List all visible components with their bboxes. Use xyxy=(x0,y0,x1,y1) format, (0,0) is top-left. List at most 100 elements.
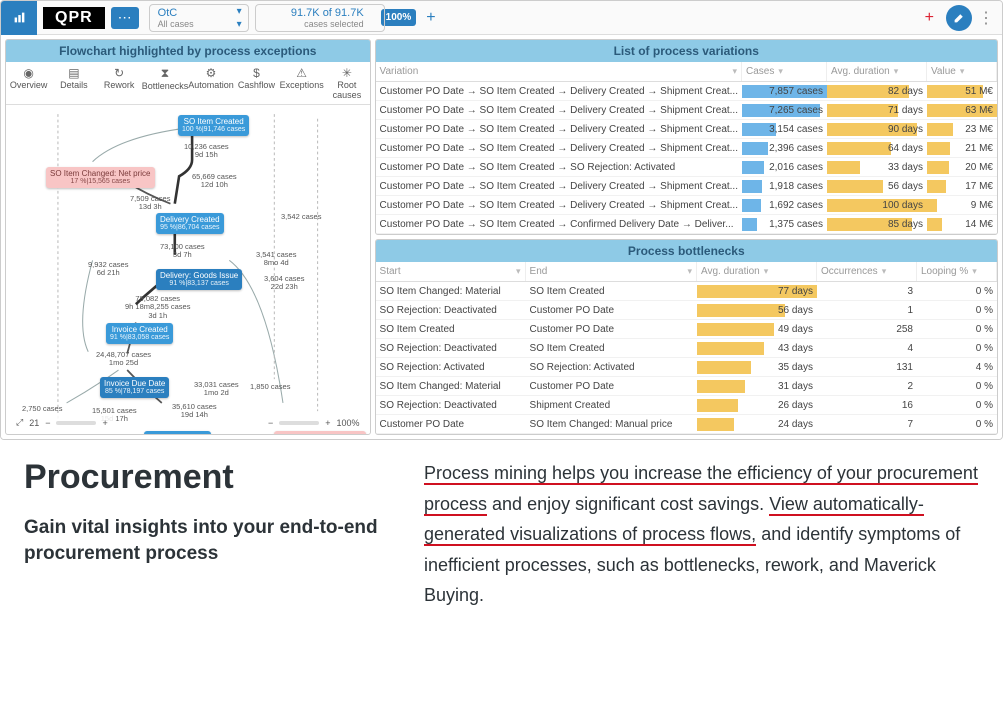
tab-rework[interactable]: ↻Rework xyxy=(97,62,142,104)
cell-duration: 33 days xyxy=(827,161,927,174)
cell-end: Customer PO Date xyxy=(526,380,697,393)
tab-root-causes[interactable]: ✳Root causes xyxy=(324,62,369,104)
table-row[interactable]: Customer PO Date → SO Item Created → Del… xyxy=(376,196,997,215)
topbar: QPR ⋯ OtC All cases ▾ ▾ 91.7K of 91.7K c… xyxy=(1,1,1002,35)
flowchart-node[interactable]: Delivery: Goods Issue91 %|83,137 cases xyxy=(156,269,242,290)
filter-icon[interactable]: ▾ xyxy=(894,66,899,77)
cell-start: SO Rejection: Deactivated xyxy=(376,399,526,412)
node-label: SO Item Created xyxy=(182,117,245,126)
case-count-sub: cases selected xyxy=(264,19,364,29)
node-stats: 100 %|91,746 cases xyxy=(182,126,245,134)
col-variation[interactable]: Variation xyxy=(380,66,419,77)
expand-icon[interactable]: ⤢ xyxy=(16,417,23,428)
zoom-in-button[interactable]: + xyxy=(102,418,107,428)
filter-icon[interactable]: ▾ xyxy=(882,266,887,277)
table-row[interactable]: Customer PO Date → SO Item Created → Con… xyxy=(376,215,997,234)
table-row[interactable]: SO Rejection: Deactivated SO Item Create… xyxy=(376,339,997,358)
flowchart-tabs: ◉Overview▤Details↻Rework⧗Bottlenecks⚙Aut… xyxy=(6,62,370,105)
cell-start: SO Rejection: Activated xyxy=(376,361,526,374)
case-count: 91.7K of 91.7K xyxy=(264,7,364,19)
flowchart-node[interactable]: Invoice Created91 %|83,058 cases xyxy=(106,323,173,344)
automation-icon: ⚙ xyxy=(188,66,234,80)
promo-subheading: Gain vital insights into your end-to-end… xyxy=(24,515,384,566)
tab-exceptions[interactable]: ⚠Exceptions xyxy=(279,62,324,104)
dataset-selector[interactable]: OtC All cases ▾ ▾ xyxy=(149,4,249,32)
table-row[interactable]: Customer PO Date → SO Item Created → Del… xyxy=(376,139,997,158)
table-row[interactable]: SO Item Changed: Material SO Item Create… xyxy=(376,282,997,301)
zoom-in-button[interactable]: + xyxy=(325,418,330,428)
tab-automation[interactable]: ⚙Automation xyxy=(188,62,234,104)
table-row[interactable]: Customer PO Date → SO Item Created → Del… xyxy=(376,82,997,101)
canvas-zoom-control[interactable]: − + 100% xyxy=(262,416,366,430)
filter-icon[interactable]: ▾ xyxy=(687,266,692,277)
filter-icon[interactable]: ▾ xyxy=(972,266,977,277)
promo-text-2: and enjoy significant cost savings. xyxy=(487,494,769,514)
tab-cashflow[interactable]: $Cashflow xyxy=(234,62,279,104)
edge-label: 9,932 cases6d 21h xyxy=(88,261,128,278)
flowchart-node[interactable]: Delivery Created95 %|86,704 cases xyxy=(156,213,224,234)
table-row[interactable]: Customer PO Date → SO Item Created → SO … xyxy=(376,158,997,177)
cell-duration: 64 days xyxy=(827,142,927,155)
edge-label: 10,236 cases9d 15h xyxy=(184,143,229,160)
edge-label: 73,100 cases3d 7h xyxy=(160,243,205,260)
col-avg-duration[interactable]: Avg. duration xyxy=(701,266,760,277)
flowchart-node[interactable]: Invoice Clearing72 %|66,106 cases xyxy=(144,431,211,434)
col-looping[interactable]: Looping % xyxy=(921,266,968,277)
table-row[interactable]: SO Rejection: Activated SO Rejection: Ac… xyxy=(376,358,997,377)
filter-icon[interactable]: ▾ xyxy=(732,66,737,77)
cell-end: Shipment Created xyxy=(526,399,697,412)
tab-details[interactable]: ▤Details xyxy=(51,62,96,104)
cell-duration: 100 days xyxy=(827,199,927,212)
table-row[interactable]: Customer PO Date → SO Item Created → Del… xyxy=(376,120,997,139)
col-occurrences[interactable]: Occurrences xyxy=(821,266,878,277)
edit-button[interactable] xyxy=(946,5,972,31)
tab-label: Automation xyxy=(188,80,234,90)
col-value[interactable]: Value xyxy=(931,66,956,77)
filter-icon[interactable]: ▾ xyxy=(516,266,521,277)
add-dashboard-button[interactable]: + xyxy=(925,9,934,27)
cell-cases: 2,016 cases xyxy=(742,161,827,174)
table-row[interactable]: SO Rejection: Deactivated Shipment Creat… xyxy=(376,396,997,415)
tab-bottlenecks[interactable]: ⧗Bottlenecks xyxy=(142,62,189,104)
edge-label: 1,850 cases xyxy=(250,383,290,391)
flowchart-node[interactable]: Invoice Due Date85 %|78,197 cases xyxy=(100,377,169,398)
table-row[interactable]: Customer PO Date → SO Item Created → Del… xyxy=(376,101,997,120)
filter-icon[interactable]: ▾ xyxy=(778,66,783,77)
flowchart-canvas[interactable]: SO Item Created100 %|91,746 casesSO Item… xyxy=(6,105,370,434)
node-label: Invoice Created xyxy=(110,325,169,334)
flowchart-node[interactable]: SO Rejection: Activated6 %|5,188 cases xyxy=(274,431,366,434)
variations-title: List of process variations xyxy=(376,40,997,62)
table-row[interactable]: Customer PO Date SO Item Changed: Manual… xyxy=(376,415,997,434)
flowchart-node[interactable]: SO Item Created100 %|91,746 cases xyxy=(178,115,249,136)
cell-occurrences: 258 xyxy=(817,323,917,336)
main-menu-button[interactable]: ⋯ xyxy=(111,7,139,29)
root causes-icon: ✳ xyxy=(324,66,369,80)
case-count-selector[interactable]: 91.7K of 91.7K cases selected xyxy=(255,4,385,32)
cell-occurrences: 131 xyxy=(817,361,917,374)
col-avg-duration[interactable]: Avg. duration xyxy=(831,66,890,77)
cell-cases: 3,154 cases xyxy=(742,123,827,136)
cell-variation: Customer PO Date → SO Item Created → Del… xyxy=(376,180,742,193)
zoom-out-button[interactable]: − xyxy=(268,418,273,428)
table-row[interactable]: SO Item Changed: Material Customer PO Da… xyxy=(376,377,997,396)
table-row[interactable]: Customer PO Date → SO Item Created → Del… xyxy=(376,177,997,196)
bottlenecks-title: Process bottlenecks xyxy=(376,240,997,262)
node-stats: 17 %|15,565 cases xyxy=(50,178,151,186)
filter-icon[interactable]: ▾ xyxy=(960,66,965,77)
cell-occurrences: 2 xyxy=(817,380,917,393)
cell-start: SO Item Changed: Material xyxy=(376,285,526,298)
cell-avg-duration: 49 days xyxy=(697,323,817,336)
col-cases[interactable]: Cases xyxy=(746,66,774,77)
flowchart-node[interactable]: SO Item Changed: Net price17 %|15,565 ca… xyxy=(46,167,155,188)
col-end[interactable]: End xyxy=(530,266,548,277)
zoom-out-button[interactable]: − xyxy=(45,418,50,428)
add-filter-button[interactable]: + xyxy=(426,9,435,27)
filter-icon[interactable]: ▾ xyxy=(764,266,769,277)
node-zoom-control[interactable]: ⤢ 21 − + xyxy=(10,415,114,430)
table-row[interactable]: SO Item Created Customer PO Date 49 days… xyxy=(376,320,997,339)
col-start[interactable]: Start xyxy=(380,266,401,277)
brand-chart-icon[interactable] xyxy=(1,1,37,35)
tab-overview[interactable]: ◉Overview xyxy=(6,62,51,104)
more-menu-button[interactable]: ⋮ xyxy=(978,8,994,28)
table-row[interactable]: SO Rejection: Deactivated Customer PO Da… xyxy=(376,301,997,320)
